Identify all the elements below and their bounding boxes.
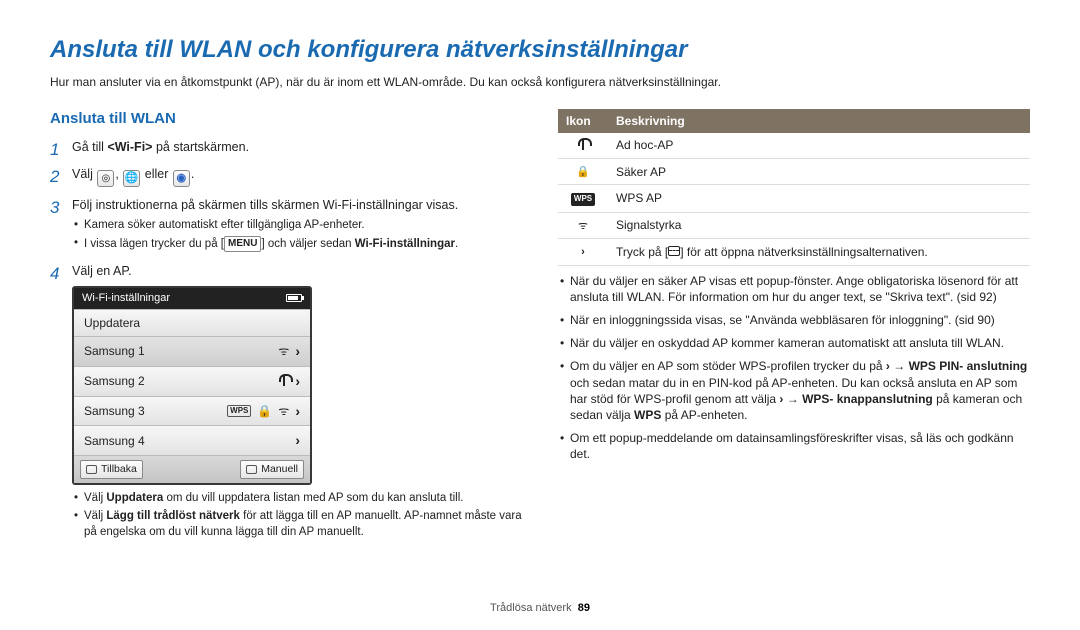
step-4: 4 Välj en AP. Wi-Fi-inställningar Uppdat… <box>50 263 522 540</box>
wifi-settings-panel: Wi-Fi-inställningar Uppdatera Samsung 1 … <box>72 286 312 485</box>
tip-item: Välj Uppdatera om du vill uppdatera list… <box>72 491 522 507</box>
table-desc: Ad hoc-AP <box>608 133 1030 159</box>
table-row: Ad hoc-AP <box>558 133 1030 159</box>
note-item: När en inloggningssida visas, se "Använd… <box>558 312 1030 328</box>
page-footer: Trådlösa nätverk 89 <box>0 601 1080 616</box>
wifi-ap-name: Samsung 4 <box>84 433 145 449</box>
lock-icon: 🔒 <box>257 403 272 419</box>
wifi-back-button[interactable]: Tillbaka <box>80 460 143 478</box>
note-item: Om du väljer en AP som stöder WPS-profil… <box>558 358 1030 423</box>
wifi-refresh-row[interactable]: Uppdatera <box>74 309 310 336</box>
back-btn-icon <box>86 465 97 474</box>
tip-item: Välj Lägg till trådlöst nätverk för att … <box>72 509 522 540</box>
note-item: När du väljer en oskyddad AP kommer kame… <box>558 335 1030 351</box>
table-desc: Säker AP <box>608 158 1030 184</box>
wifi-panel-footer: Tillbaka Manuell <box>74 455 310 482</box>
wifi-signal-icon: ᯤ <box>278 343 289 359</box>
step-4-tips: Välj Uppdatera om du vill uppdatera list… <box>72 491 522 541</box>
wifi-ap-row[interactable]: Samsung 4 › <box>74 425 310 455</box>
note-item: När du väljer en säker AP visas ett popu… <box>558 273 1030 305</box>
adhoc-icon <box>279 376 289 386</box>
wifi-signal-icon: ᯤ <box>278 403 289 419</box>
wifi-ap-row[interactable]: Samsung 2 › <box>74 366 310 396</box>
wifi-panel-title: Wi-Fi-inställningar <box>82 291 170 306</box>
two-column-layout: Ansluta till WLAN 1 Gå till <Wi-Fi> på s… <box>50 109 1030 550</box>
settings-chip-icon <box>668 246 680 256</box>
chevron-right-icon: › <box>295 431 300 450</box>
sub-item: I vissa lägen trycker du på [MENU] och v… <box>72 236 522 253</box>
wifi-ap-name: Samsung 2 <box>84 373 145 389</box>
chevron-right-icon: › <box>575 245 591 261</box>
step-2: 2 Välj ◎, 🌐 eller ◉. <box>50 166 522 187</box>
chevron-right-icon: › <box>295 342 300 361</box>
table-row: › Tryck på [] för att öppna nätverksinst… <box>558 239 1030 265</box>
wifi-panel-header: Wi-Fi-inställningar <box>74 288 310 309</box>
chevron-right-icon: › <box>295 402 300 421</box>
table-header-icon: Ikon <box>558 109 608 133</box>
step-text: på startskärmen. <box>152 140 249 154</box>
wifi-ap-name: Samsung 1 <box>84 343 145 359</box>
sub-item: Kamera söker automatiskt efter tillgängl… <box>72 218 522 234</box>
wifi-ap-name: Samsung 3 <box>84 403 145 419</box>
table-row: ᯤ Signalstyrka <box>558 212 1030 238</box>
wifi-manual-button[interactable]: Manuell <box>240 460 304 478</box>
lock-icon: 🔒 <box>575 164 591 180</box>
right-notes-list: När du väljer en säker AP visas ett popu… <box>558 273 1030 463</box>
step-text: Gå till <box>72 140 107 154</box>
manual-btn-icon <box>246 465 257 474</box>
step-3-sublist: Kamera söker automatiskt efter tillgängl… <box>72 218 522 253</box>
icon-description-table: Ikon Beskrivning Ad hoc-AP 🔒 Säker AP WP… <box>558 109 1030 266</box>
step-text: eller <box>141 167 172 181</box>
table-desc: Tryck på [] för att öppna nätverksinstäl… <box>608 239 1030 265</box>
page-title: Ansluta till WLAN och konfigurera nätver… <box>50 34 1030 66</box>
step-3: 3 Följ instruktionerna på skärmen tills … <box>50 197 522 253</box>
table-header-desc: Beskrivning <box>608 109 1030 133</box>
table-desc: Signalstyrka <box>608 212 1030 238</box>
step-text: Välj <box>72 167 96 181</box>
globe-icon: 🌐 <box>123 170 140 187</box>
section-heading: Ansluta till WLAN <box>50 109 522 129</box>
step-bold: <Wi-Fi> <box>107 140 152 154</box>
wifi-ap-row[interactable]: Samsung 3 WPS 🔒 ᯤ › <box>74 396 310 426</box>
table-desc: WPS AP <box>608 185 1030 212</box>
step-list: 1 Gå till <Wi-Fi> på startskärmen. 2 Väl… <box>50 139 522 540</box>
step-text: , <box>115 167 122 181</box>
step-text: Följ instruktionerna på skärmen tills sk… <box>72 198 458 212</box>
step-text: . <box>191 167 194 181</box>
wifi-refresh-label: Uppdatera <box>84 315 140 331</box>
table-row: 🔒 Säker AP <box>558 158 1030 184</box>
intro-text: Hur man ansluter via en åtkomstpunkt (AP… <box>50 74 1030 90</box>
footer-label: Trådlösa nätverk <box>490 602 572 614</box>
note-item: Om ett popup-meddelande om datainsamling… <box>558 430 1030 462</box>
globe-alt-icon: ◉ <box>173 170 190 187</box>
wps-icon: WPS <box>575 192 591 208</box>
wps-icon: WPS <box>227 405 251 418</box>
page-number: 89 <box>578 602 590 614</box>
target-icon: ◎ <box>97 170 114 187</box>
wifi-signal-icon: ᯤ <box>575 218 591 234</box>
left-column: Ansluta till WLAN 1 Gå till <Wi-Fi> på s… <box>50 109 522 550</box>
wifi-ap-row[interactable]: Samsung 1 ᯤ › <box>74 336 310 366</box>
battery-icon <box>286 294 302 302</box>
step-text: Välj en AP. <box>72 264 132 278</box>
menu-button-label: MENU <box>224 236 261 252</box>
table-row: WPS WPS AP <box>558 185 1030 212</box>
chevron-right-icon: › <box>295 372 300 391</box>
adhoc-icon <box>575 137 591 153</box>
step-1: 1 Gå till <Wi-Fi> på startskärmen. <box>50 139 522 156</box>
right-column: Ikon Beskrivning Ad hoc-AP 🔒 Säker AP WP… <box>558 109 1030 550</box>
